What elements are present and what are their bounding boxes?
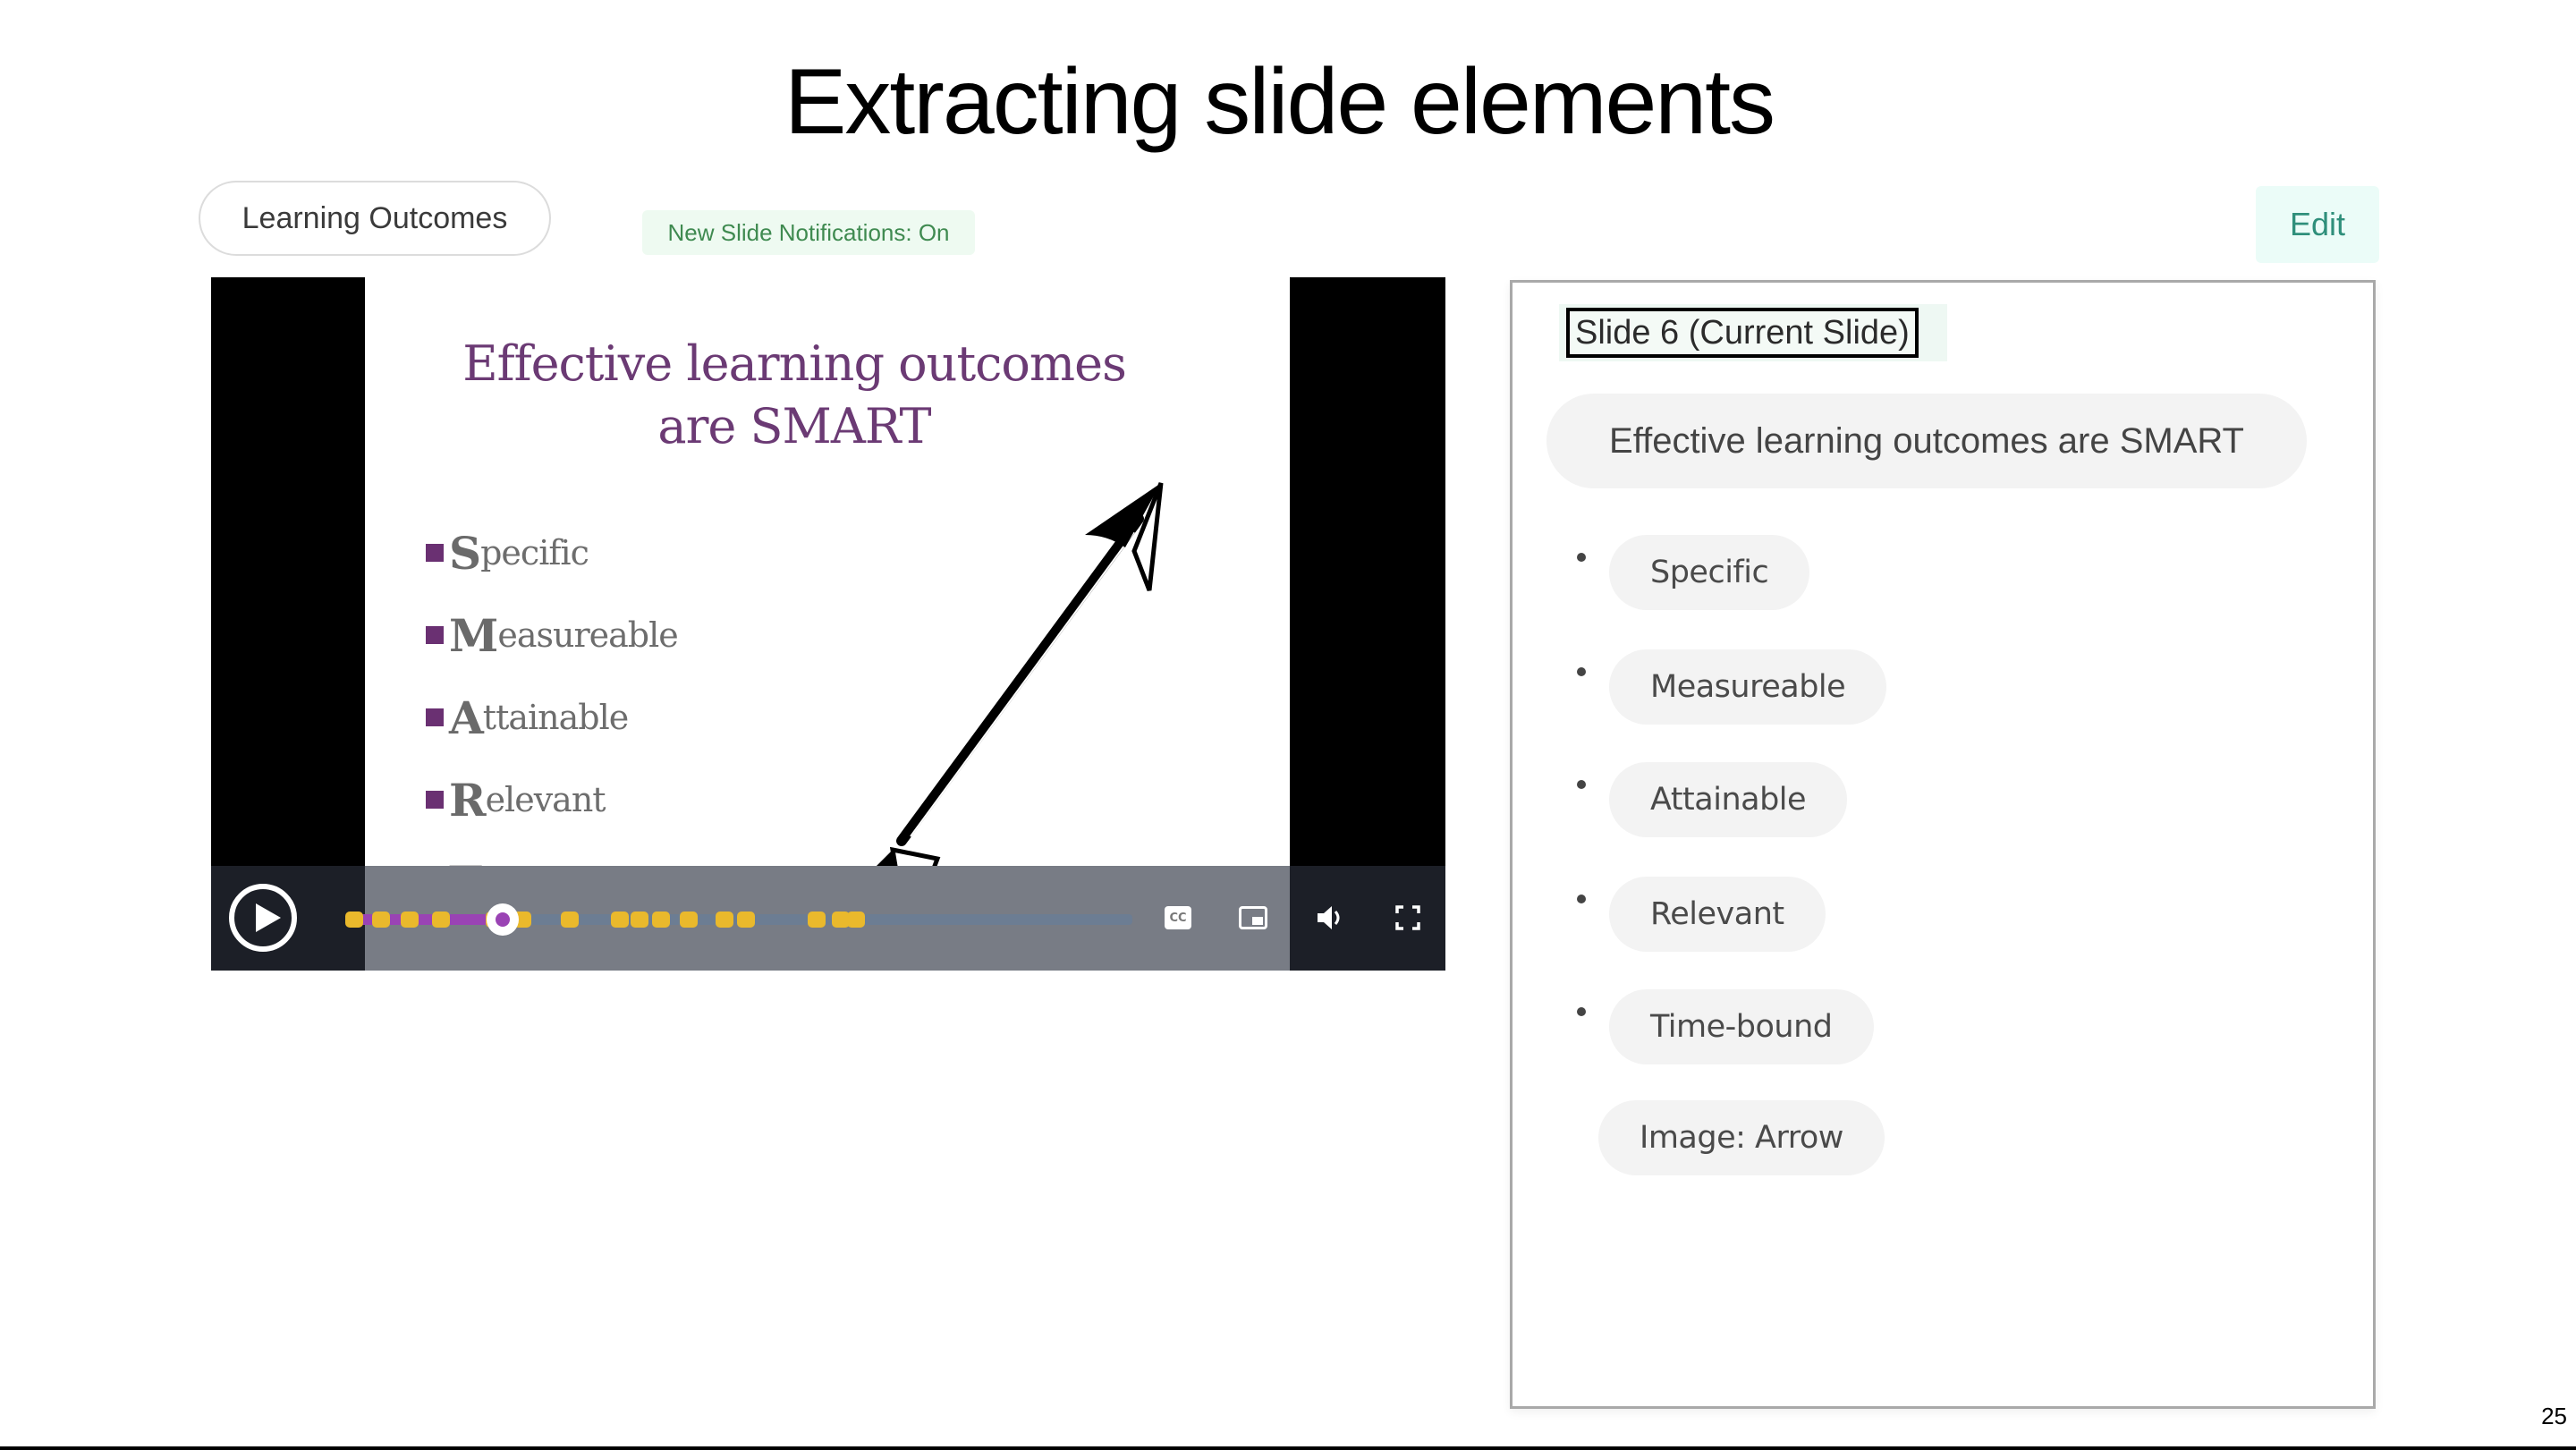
slide-element-chip[interactable]: Time-bound <box>1609 989 1874 1064</box>
edit-button[interactable]: Edit <box>2256 186 2379 263</box>
chapter-marker[interactable] <box>808 912 826 928</box>
chapter-marker[interactable] <box>431 912 450 928</box>
slide-title: Extracting slide elements <box>784 50 1775 154</box>
progress-played <box>345 914 503 925</box>
bullet-dot-icon <box>1577 895 1586 903</box>
page-number: 25 <box>2541 1403 2567 1429</box>
bullet-initial: S <box>449 526 481 580</box>
slide-element-chip[interactable]: Relevant <box>1609 877 1826 952</box>
square-bullet-icon <box>426 708 444 726</box>
bullet-text: elevant <box>485 780 606 819</box>
video-bullet: Relevant <box>426 759 678 841</box>
slide-element-chip[interactable]: Measureable <box>1609 649 1887 725</box>
bullet-dot-icon <box>1577 667 1586 676</box>
video-controls-bar: CC <box>211 866 1445 971</box>
bullet-text: easureable <box>497 615 678 655</box>
chapter-marker[interactable] <box>680 912 698 928</box>
square-bullet-icon <box>426 544 444 562</box>
chapter-marker[interactable] <box>345 912 363 928</box>
slide-element-chip[interactable]: Attainable <box>1609 762 1848 837</box>
bullet-initial: A <box>449 691 484 744</box>
progress-track[interactable] <box>345 903 1132 936</box>
current-slide-label[interactable]: Slide 6 (Current Slide) <box>1566 308 1919 358</box>
arrow-image <box>857 482 1164 903</box>
video-slide-title-line1: Effective learning outcomes <box>462 335 1127 392</box>
slide-element-chip[interactable]: Specific <box>1609 535 1810 610</box>
chapter-marker[interactable] <box>846 912 865 928</box>
square-bullet-icon <box>426 626 444 644</box>
progress-thumb[interactable] <box>487 903 519 936</box>
video-slide-bullets: Specific Measureable Attainable Relevant… <box>426 512 679 923</box>
bullet-text: pecific <box>480 533 589 572</box>
bullet-dot-icon <box>1577 780 1586 789</box>
video-bullet: Measureable <box>426 594 679 676</box>
title-element-chip[interactable]: Effective learning outcomes are SMART <box>1546 394 2307 488</box>
slide-element-chip[interactable]: Image: Arrow <box>1598 1100 1885 1175</box>
chapter-marker[interactable] <box>715 912 733 928</box>
bullet-text: ttainable <box>482 698 629 737</box>
fullscreen-icon[interactable] <box>1392 902 1424 934</box>
slide-elements-panel: Slide 6 (Current Slide) Effective learni… <box>1510 280 2376 1409</box>
bullet-dot-icon <box>1577 1007 1586 1016</box>
bullet-initial: M <box>449 608 498 662</box>
volume-icon[interactable] <box>1315 902 1347 934</box>
chapter-marker[interactable] <box>561 912 580 928</box>
bullet-dot-icon <box>1577 553 1586 562</box>
play-icon[interactable] <box>229 884 297 952</box>
video-bullet: Specific <box>426 512 678 594</box>
chapter-marker[interactable] <box>371 912 390 928</box>
video-slide-title: Effective learning outcomes are SMART <box>365 333 1224 458</box>
bullet-initial: R <box>449 773 487 827</box>
chapter-marker[interactable] <box>611 912 630 928</box>
chapter-marker[interactable] <box>630 912 648 928</box>
chapter-marker[interactable] <box>400 912 419 928</box>
video-bullet: Attainable <box>426 676 678 759</box>
square-bullet-icon <box>426 791 444 809</box>
chapter-marker[interactable] <box>652 912 671 928</box>
video-player[interactable]: Effective learning outcomes are SMART Sp… <box>211 277 1445 971</box>
closed-captions-icon[interactable]: CC <box>1162 902 1194 934</box>
chapter-marker[interactable] <box>737 912 756 928</box>
bottom-divider <box>0 1446 2576 1450</box>
new-slide-notifications-toggle[interactable]: New Slide Notifications: On <box>642 210 975 255</box>
video-slide-title-line2: are SMART <box>657 398 931 454</box>
learning-outcomes-tab[interactable]: Learning Outcomes <box>199 181 551 256</box>
picture-in-picture-icon[interactable] <box>1237 902 1269 934</box>
